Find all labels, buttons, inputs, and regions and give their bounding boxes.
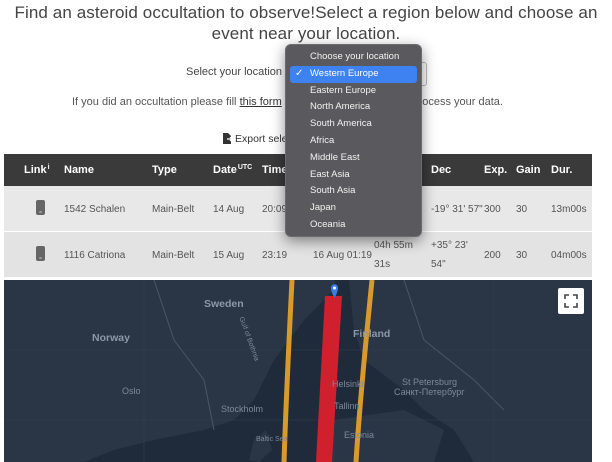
cell-date: 15 Aug (213, 250, 245, 261)
headline-line-2: event near your location. (211, 24, 401, 43)
map-label-sweden: Sweden (204, 298, 244, 310)
cell-date: 14 Aug (213, 204, 245, 215)
map-label-estonia: Estonia (344, 430, 375, 440)
col-date[interactable]: DateUTC (213, 164, 252, 176)
occultation-map[interactable]: Sweden Norway Oslo Finland Helsinki St P… (4, 280, 592, 462)
dropdown-option-north-america[interactable]: North America (290, 99, 417, 116)
export-label: Export sele (235, 133, 288, 145)
dropdown-option-south-asia[interactable]: South Asia (290, 183, 417, 200)
estonia-land (324, 410, 444, 462)
map-label-finland: Finland (353, 328, 391, 340)
cell-dur: 13m00s (551, 204, 587, 215)
export-file-icon (223, 133, 232, 144)
col-exp[interactable]: Exp. (484, 164, 507, 176)
dropdown-option-eastern-europe[interactable]: Eastern Europe (290, 83, 417, 100)
cell-dur: 04m00s (551, 250, 587, 261)
dropdown-option-western-europe[interactable]: ✓ Western Europe (290, 65, 417, 83)
cell-exp: 200 (484, 250, 501, 261)
checkmark-icon: ✓ (295, 67, 304, 79)
dropdown-option-africa[interactable]: Africa (290, 133, 417, 150)
dropdown-option-oceania[interactable]: Oceania (290, 217, 417, 234)
form-link[interactable]: this form (240, 96, 282, 108)
cell-exp: 300 (484, 204, 501, 215)
map-label-helsinki: Helsinki (332, 379, 364, 389)
dropdown-option-middle-east[interactable]: Middle East (290, 150, 417, 167)
note-prefix: If you did an occultation please fill (72, 96, 237, 108)
dropdown-option-placeholder[interactable]: Choose your location (290, 49, 417, 66)
map-label-st-petersburg-ru: Санкт-Петербург (394, 387, 465, 397)
cell-name: 1116 Catriona (64, 250, 126, 261)
col-dur[interactable]: Dur. (551, 164, 572, 176)
map-label-stockholm: Stockholm (221, 404, 264, 414)
dropdown-option-south-america[interactable]: South America (290, 116, 417, 133)
phone-icon[interactable] (36, 246, 45, 261)
dropdown-option-japan[interactable]: Japan (290, 200, 417, 217)
headline-line-1: Find an asteroid occultation to observe!… (14, 3, 598, 22)
location-dropdown-menu[interactable]: Choose your location ✓ Western Europe Eas… (285, 44, 422, 237)
page-headline: Find an asteroid occultation to observe!… (0, 2, 612, 44)
fullscreen-button[interactable] (558, 288, 584, 314)
map-label-norway: Norway (92, 332, 130, 344)
cell-gain: 30 (516, 250, 528, 261)
cell-type: Main-Belt (152, 250, 195, 261)
map-canvas (4, 280, 592, 462)
col-name[interactable]: Name (64, 164, 94, 176)
col-gain[interactable]: Gain (516, 164, 540, 176)
cell-type: Main-Belt (152, 204, 195, 215)
cell-name: 1542 Schalen (64, 204, 126, 215)
cell-ra: 04h 55m 31s (374, 240, 413, 270)
cell-gain: 30 (516, 204, 528, 215)
map-label-oslo: Oslo (122, 386, 141, 396)
cell-date2: 16 Aug 01:19 (313, 250, 372, 261)
location-marker-icon (331, 284, 338, 298)
fullscreen-icon (564, 294, 578, 308)
map-label-baltic-sea: Baltic Sea (256, 436, 288, 443)
dropdown-option-east-asia[interactable]: East Asia (290, 167, 417, 184)
col-dec[interactable]: Dec (431, 164, 451, 176)
table-row[interactable]: 1116 Catriona Main-Belt 15 Aug 23:19 16 … (4, 232, 592, 278)
cell-dec: -19° 31' 57" (431, 204, 483, 215)
col-time[interactable]: Time (262, 164, 287, 176)
col-type[interactable]: Type (152, 164, 177, 176)
info-icon[interactable]: i (48, 164, 50, 171)
cell-time: 20:09 (262, 204, 288, 215)
cell-time: 23:19 (262, 250, 288, 261)
phone-icon[interactable] (36, 200, 45, 215)
map-label-tallinn: Tallinn (334, 401, 360, 411)
col-link: Linki (24, 164, 50, 176)
location-select-label: Select your location (186, 66, 282, 78)
map-label-st-petersburg: St Petersburg (402, 377, 458, 387)
gotland-land (249, 430, 272, 462)
cell-dec: +35° 23' 54" (431, 240, 468, 270)
export-button[interactable]: Export sele (222, 133, 288, 145)
